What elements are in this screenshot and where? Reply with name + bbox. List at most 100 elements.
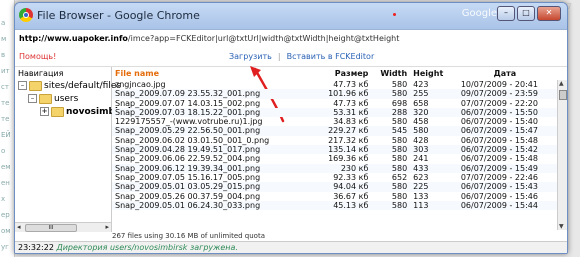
status-bar: 23:32:22 Директория users/novosimbirsk з… — [15, 241, 567, 253]
table-row[interactable]: Snap_2009.07.07 14.03.15_002.png 47.73 кб… — [112, 99, 557, 108]
tree-item-users[interactable]: – users — [15, 93, 111, 106]
table-row[interactable]: Snap_2009.05.01 06.24.30_033.png 45.13 кб… — [112, 200, 557, 211]
file-width-cell: 698 — [391, 98, 408, 108]
background-label: ст — [1, 83, 9, 91]
file-size-cell: 92.33 кб — [333, 172, 369, 182]
background-label: те — [1, 115, 10, 123]
file-width-cell: 580 — [371, 182, 411, 192]
scroll-down-icon[interactable]: ▼ — [559, 223, 564, 230]
background-label: м — [1, 35, 7, 43]
file-date-cell: 10/07/2009 - 20:41 — [460, 80, 538, 89]
file-name-cell: Snap_2009.06.06 22.59.52_004.png — [115, 154, 261, 164]
file-date-cell: 06/07/2009 - 15:47 — [452, 126, 557, 136]
navigation-panel: Навигация – sites/default/files – users + n… — [15, 67, 134, 232]
file-date-cell: 06/07/2009 - 15:44 — [452, 200, 557, 211]
table-row[interactable]: 1229175557_-(www.votrube.ru)1.jpg 34.83 к… — [112, 117, 557, 126]
minimize-button[interactable]: – — [497, 6, 515, 21]
scroll-left-icon[interactable]: ◂ — [17, 223, 21, 231]
table-row[interactable]: Snap_2009.07.09 23.55.32_001.png 101.96 к… — [112, 89, 557, 99]
nav-header: Навигация — [18, 69, 64, 78]
toolbar-separator: | — [277, 52, 281, 61]
table-row[interactable]: Snap_2009.06.02 03.01.50_001_0.png 217.32… — [112, 136, 557, 145]
tree-item-novosimbirsk[interactable]: + novosimbirsk — [15, 106, 134, 119]
file-date-cell: 06/07/2009 - 15:48 — [460, 135, 538, 145]
background-label: ен — [1, 179, 10, 187]
table-row[interactable]: Snap_2009.06.12 19.39.34_001.png 230 кб 58… — [112, 163, 557, 173]
background-label: х — [1, 195, 6, 203]
insert-fckeditor-button[interactable]: Вставить в FCKEditor — [287, 52, 375, 61]
col-width[interactable]: Width — [371, 67, 410, 80]
table-row[interactable]: zngjncao.jpg 47.73 кб 580 423 10/07/2009 - 2… — [112, 80, 557, 89]
table-row[interactable]: Snap_2009.07.05 15.16.17_005.png 92.33 кб… — [112, 173, 557, 182]
file-date-cell: 06/07/2009 - 15:50 — [452, 107, 557, 118]
maximize-button[interactable]: □ — [517, 6, 535, 21]
tree-item-label: sites/default/files — [44, 81, 122, 91]
file-name-cell: Snap_2009.06.02 03.01.50_001_0.png — [115, 135, 270, 145]
background-page-edge: а м в ит ст те те ЕЙ о ем ен х ер ом уг — [0, 0, 15, 257]
file-height-cell: 303 — [410, 145, 453, 155]
upload-button[interactable]: Загрузить — [229, 52, 272, 61]
table-row[interactable]: Snap_2009.06.06 22.59.52_004.png 169.36 к… — [112, 154, 557, 163]
col-height[interactable]: Height — [410, 67, 453, 80]
file-width-cell: 580 — [391, 154, 408, 164]
file-height-cell: 623 — [413, 172, 429, 182]
background-label: ом — [1, 227, 11, 235]
window-controls: – □ ✕ — [497, 6, 561, 21]
close-button[interactable]: ✕ — [537, 6, 561, 21]
table-row[interactable]: Snap_2009.07.03 18.15.22_001.png 53.31 кб… — [112, 107, 557, 118]
scroll-right-icon[interactable]: ▸ — [105, 223, 109, 231]
file-height-cell: 320 — [410, 107, 453, 118]
background-label: те — [1, 99, 10, 107]
collapse-toggle-icon[interactable]: – — [18, 81, 27, 90]
nav-horizontal-scrollbar[interactable]: ◂ III ▸ — [15, 222, 111, 232]
file-date-cell: 06/07/2009 - 15:43 — [452, 182, 557, 192]
table-row[interactable]: Snap_2009.05.26 00.37.59_004.png 36.67 кб… — [112, 192, 557, 201]
table-row[interactable]: Snap_2009.04.28 19.49.51_017.png 135.14 к… — [112, 145, 557, 155]
file-date-cell: 06/07/2009 - 15:48 — [460, 154, 538, 164]
file-width-cell: 580 — [391, 80, 408, 89]
file-name-cell: Snap_2009.07.07 14.03.15_002.png — [115, 98, 261, 108]
file-size-cell: 135.14 кб — [316, 145, 372, 155]
background-label: а — [1, 19, 6, 27]
file-name-cell: Snap_2009.05.01 06.24.30_033.png — [112, 200, 317, 211]
table-row[interactable]: Snap_2009.05.29 22.56.50_001.png 229.27 к… — [112, 126, 557, 136]
file-list-scrollbar[interactable]: ▲ ▼ — [557, 80, 567, 230]
col-file-name[interactable]: File name — [112, 67, 317, 80]
file-table: File name Размер Width Height Дата zngjn… — [112, 67, 557, 211]
file-name-cell: Snap_2009.05.26 00.37.59_004.png — [115, 191, 261, 201]
file-name-cell: 1229175557_-(www.votrube.ru)1.jpg — [115, 117, 263, 127]
file-height-cell: 225 — [410, 182, 453, 192]
scroll-thumb[interactable] — [559, 90, 567, 100]
file-name-cell: zngjncao.jpg — [115, 80, 166, 89]
table-row[interactable]: Snap_2009.05.01 03.05.29_015.png 94.04 кб… — [112, 182, 557, 192]
url-path: /imce?app=FCKEditor|url@txtUrl|width@txt… — [127, 34, 400, 43]
scroll-up-icon[interactable]: ▲ — [559, 80, 564, 87]
file-width-cell: 580 — [371, 200, 411, 211]
folder-icon — [51, 106, 64, 117]
file-name-cell: Snap_2009.07.09 23.55.32_001.png — [112, 89, 317, 99]
file-width-cell: 288 — [371, 107, 411, 118]
file-size-cell: 34.83 кб — [333, 117, 369, 127]
col-size[interactable]: Размер — [317, 67, 372, 80]
address-bar[interactable]: http://www.uapoker.info/imce?app=FCKEdit… — [15, 29, 567, 49]
file-date-cell: 06/07/2009 - 15:49 — [452, 163, 557, 173]
tree-item-files[interactable]: – sites/default/files — [15, 80, 121, 93]
file-height-cell: 580 — [410, 126, 453, 136]
file-width-cell: 580 — [371, 145, 411, 155]
file-height-cell: 458 — [413, 117, 429, 127]
scroll-thumb[interactable]: III — [25, 224, 77, 232]
title-bar: File Browser - Google Chrome Google – □ … — [15, 3, 567, 29]
file-size-cell: 47.73 кб — [333, 80, 369, 89]
file-size-cell: 94.04 кб — [316, 182, 372, 192]
background-label: уг — [1, 243, 9, 251]
quota-info: 267 files using 30.16 MB of unlimited qu… — [112, 232, 265, 240]
file-size-cell: 230 кб — [316, 163, 372, 173]
file-size-cell: 47.73 кб — [333, 98, 369, 108]
file-size-cell: 53.31 кб — [316, 107, 372, 118]
file-name-cell: Snap_2009.05.29 22.56.50_001.png — [112, 126, 317, 136]
collapse-toggle-icon[interactable]: – — [28, 94, 37, 103]
expand-toggle-icon[interactable]: + — [40, 107, 49, 116]
help-link[interactable]: Помощь! — [19, 52, 56, 61]
col-date[interactable]: Дата — [453, 67, 557, 80]
file-browser: Помощь! Загрузить | Вставить в FCKEditor Н… — [15, 48, 567, 253]
